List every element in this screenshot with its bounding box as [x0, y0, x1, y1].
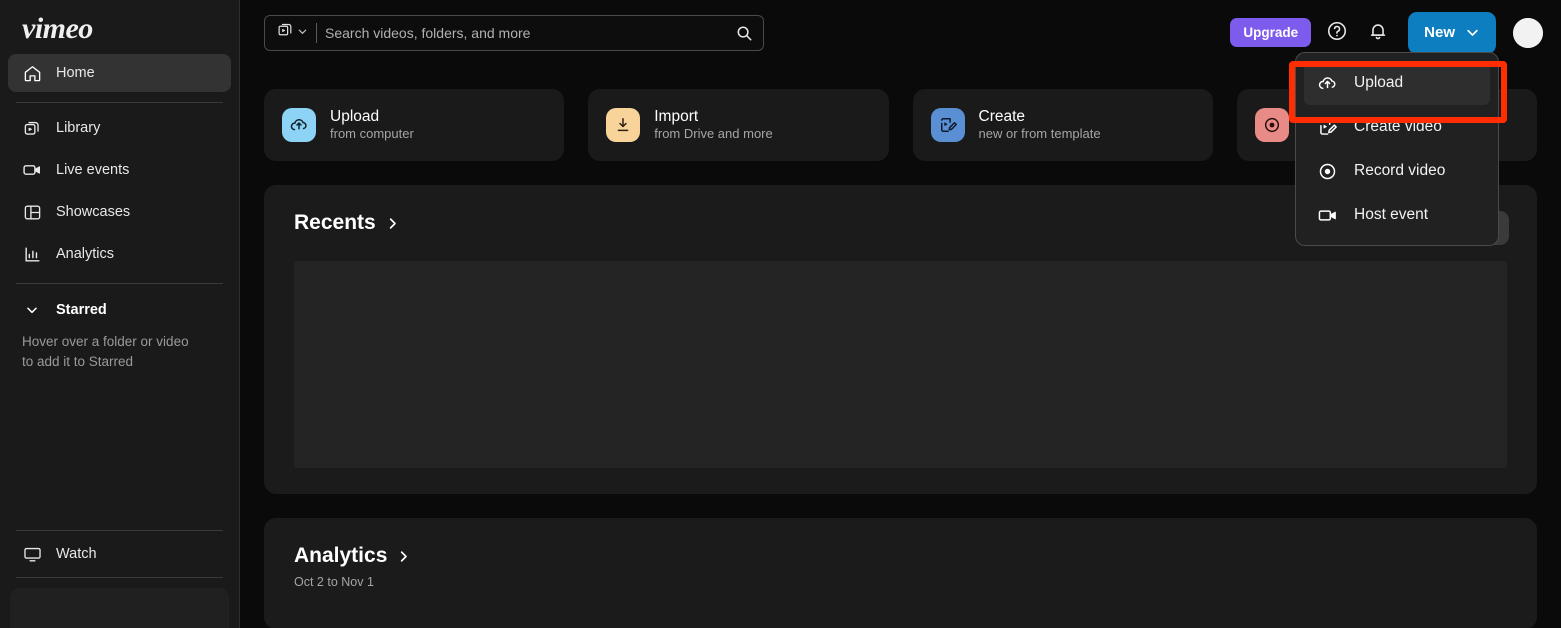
action-card-import[interactable]: Import from Drive and more: [588, 89, 888, 161]
vimeo-logo[interactable]: vimeo: [22, 14, 93, 44]
menu-item-host-event[interactable]: Host event: [1304, 193, 1490, 237]
cloud-upload-icon: [282, 108, 316, 142]
sidebar-item-live-events[interactable]: Live events: [8, 151, 231, 189]
analytics-header-link[interactable]: Analytics: [294, 544, 1507, 568]
analytics-date-range: Oct 2 to Nov 1: [294, 575, 1507, 589]
sidebar-spacer: [0, 371, 239, 530]
menu-item-create-video[interactable]: Create video: [1304, 105, 1490, 149]
starred-empty-hint: Hover over a folder or video to add it t…: [0, 326, 215, 371]
chevron-down-icon: [22, 300, 42, 320]
vimeo-app-window: vimeo Home: [0, 0, 1561, 628]
sidebar-primary-nav: Home: [0, 54, 239, 96]
chevron-right-icon: [385, 216, 400, 231]
action-card-import-text: Import from Drive and more: [654, 108, 772, 143]
sidebar-item-library[interactable]: Library: [8, 109, 231, 147]
action-card-upload-title: Upload: [330, 108, 414, 126]
action-card-upload-subtitle: from computer: [330, 127, 414, 142]
sidebar-divider-1: [16, 102, 223, 103]
help-button[interactable]: [1322, 18, 1352, 48]
recents-title: Recents: [294, 211, 376, 235]
sidebar-item-watch[interactable]: Watch: [0, 531, 239, 577]
new-dropdown-menu: Upload Create video: [1295, 52, 1499, 246]
menu-item-upload[interactable]: Upload: [1304, 61, 1490, 105]
video-camera-icon: [1316, 204, 1338, 226]
action-card-create-text: Create new or from template: [979, 108, 1101, 143]
action-card-import-title: Import: [654, 108, 772, 126]
bar-chart-icon: [22, 244, 42, 264]
sidebar-divider-2: [16, 283, 223, 284]
analytics-title: Analytics: [294, 544, 387, 568]
top-bar-actions: Upgrade: [1230, 12, 1543, 54]
menu-item-record-video[interactable]: Record video: [1304, 149, 1490, 193]
sidebar-item-analytics[interactable]: Analytics: [8, 235, 231, 273]
action-card-upload-text: Upload from computer: [330, 108, 414, 143]
record-dot-icon: [1255, 108, 1289, 142]
search-input[interactable]: [325, 25, 729, 41]
chevron-down-icon: [297, 24, 308, 42]
create-video-icon: [931, 108, 965, 142]
sidebar-item-library-label: Library: [56, 120, 100, 136]
create-video-icon: [1316, 116, 1338, 138]
sidebar-item-home-label: Home: [56, 65, 95, 81]
search-bar[interactable]: [264, 15, 764, 51]
download-import-icon: [606, 108, 640, 142]
library-icon: [22, 118, 42, 138]
sidebar-item-showcases-label: Showcases: [56, 204, 130, 220]
menu-item-create-video-label: Create video: [1354, 118, 1442, 136]
action-card-create-subtitle: new or from template: [979, 127, 1101, 142]
sidebar-item-watch-label: Watch: [56, 546, 97, 562]
showcases-panel-icon: [22, 202, 42, 222]
action-card-import-subtitle: from Drive and more: [654, 127, 772, 142]
sidebar-item-showcases[interactable]: Showcases: [8, 193, 231, 231]
menu-item-upload-label: Upload: [1354, 74, 1403, 92]
new-button[interactable]: New: [1408, 12, 1496, 54]
upgrade-button[interactable]: Upgrade: [1230, 18, 1311, 47]
search-icon[interactable]: [729, 24, 753, 42]
sidebar: vimeo Home: [0, 0, 240, 628]
sidebar-bottom-panel-stub[interactable]: [10, 588, 229, 628]
action-card-upload[interactable]: Upload from computer: [264, 89, 564, 161]
video-library-icon: [277, 22, 294, 44]
sidebar-item-analytics-label: Analytics: [56, 246, 114, 262]
help-circle-icon: [1326, 20, 1348, 45]
action-card-create[interactable]: Create new or from template: [913, 89, 1213, 161]
sidebar-divider-4: [16, 577, 223, 578]
user-avatar[interactable]: [1513, 18, 1543, 48]
menu-item-host-event-label: Host event: [1354, 206, 1428, 224]
sidebar-nav: Library Live events Sh: [0, 109, 239, 277]
chevron-down-icon: [1465, 25, 1480, 40]
search-divider: [316, 23, 317, 43]
action-card-create-title: Create: [979, 108, 1101, 126]
main-content: Upgrade: [240, 0, 1561, 628]
chevron-right-icon: [396, 549, 411, 564]
starred-section-toggle[interactable]: Starred: [0, 290, 239, 326]
recents-content-placeholder: [294, 261, 1507, 468]
monitor-icon: [22, 545, 42, 564]
notifications-button[interactable]: [1363, 18, 1393, 48]
search-scope-selector[interactable]: [273, 22, 312, 44]
bell-icon: [1367, 20, 1389, 45]
menu-item-record-video-label: Record video: [1354, 162, 1445, 180]
sidebar-item-live-events-label: Live events: [56, 162, 129, 178]
analytics-panel: Analytics Oct 2 to Nov 1: [264, 518, 1537, 628]
new-button-label: New: [1424, 24, 1455, 41]
record-dot-icon: [1316, 160, 1338, 182]
cloud-upload-icon: [1316, 72, 1338, 94]
logo-container[interactable]: vimeo: [0, 0, 239, 54]
video-camera-icon: [22, 160, 42, 180]
home-icon: [22, 63, 42, 83]
sidebar-item-home[interactable]: Home: [8, 54, 231, 92]
starred-label: Starred: [56, 302, 107, 318]
